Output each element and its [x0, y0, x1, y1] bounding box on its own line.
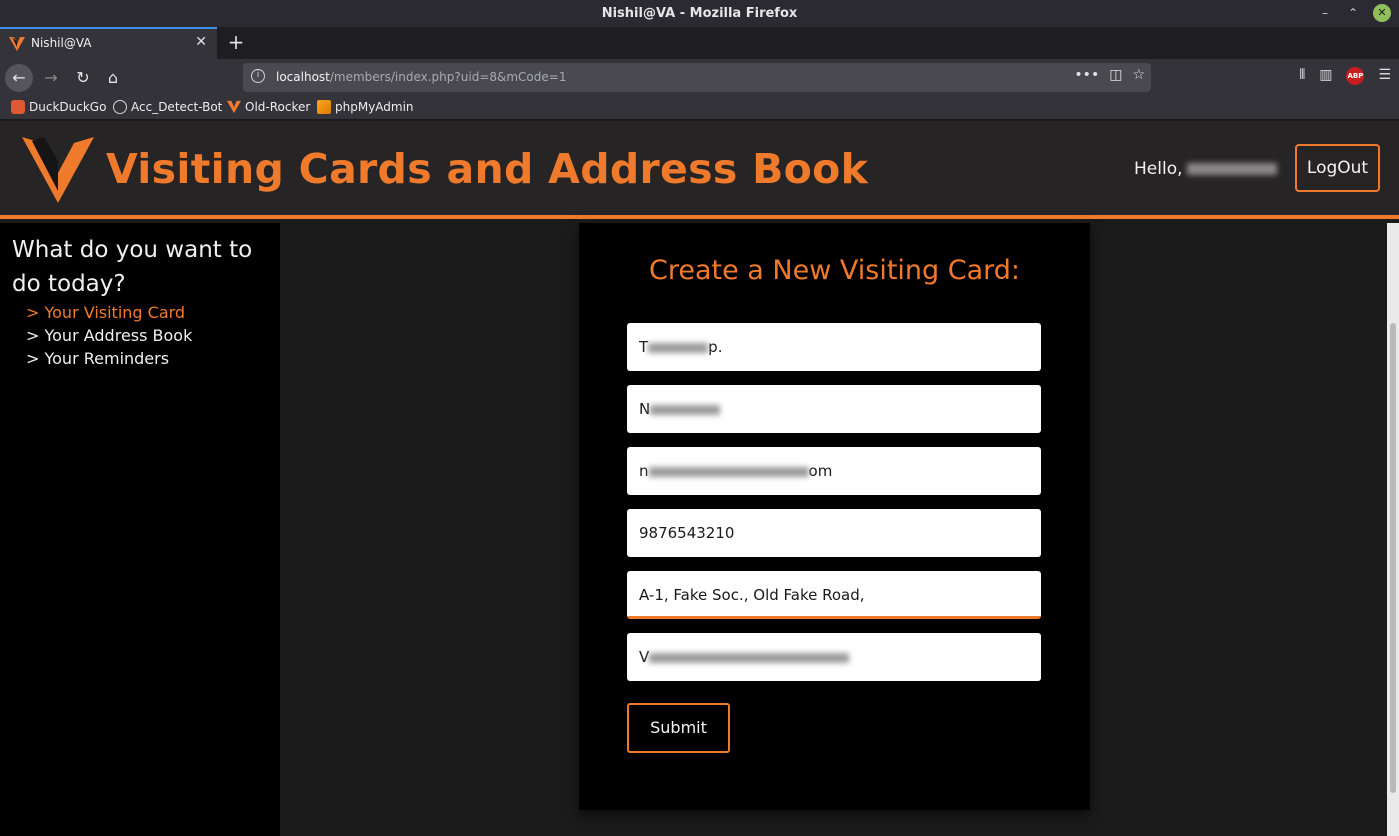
bookmark-duckduckgo[interactable]: DuckDuckGo — [11, 100, 106, 114]
sidebar-link-address-book[interactable]: > Your Address Book — [26, 326, 192, 345]
address-line1-input[interactable]: A-1, Fake Soc., Old Fake Road, — [627, 571, 1041, 619]
redacted-username — [1186, 163, 1277, 175]
adblock-icon[interactable]: ABP — [1346, 67, 1365, 85]
va-logo-icon — [227, 100, 241, 114]
phpmyadmin-icon — [317, 100, 331, 114]
tab-label: Nishil@VA — [31, 36, 92, 50]
email-input[interactable]: n om — [627, 447, 1041, 495]
page-scrollbar[interactable] — [1387, 223, 1399, 836]
sidebar-link-visiting-card[interactable]: > Your Visiting Card — [26, 303, 185, 322]
redacted-text — [648, 466, 809, 477]
window-titlebar: Nishil@VA - Mozilla Firefox – ⌃ ✕ — [0, 0, 1399, 27]
sidebar-toggle-icon[interactable]: ▥ — [1319, 67, 1332, 85]
scrollbar-thumb[interactable] — [1390, 323, 1396, 793]
bookmark-phpmyadmin[interactable]: phpMyAdmin — [317, 100, 414, 114]
form-title: Create a New Visiting Card: — [648, 255, 1021, 286]
pocket-icon[interactable]: ◫ — [1109, 67, 1122, 87]
sidebar-question: What do you want to do today? — [12, 237, 253, 297]
bookmark-acc-detect-bot[interactable]: Acc_Detect-Bot — [113, 100, 222, 114]
duckduckgo-icon — [11, 100, 25, 114]
close-window-icon[interactable]: ✕ — [1373, 4, 1391, 22]
web-page: Visiting Cards and Address Book Hello, L… — [0, 121, 1399, 836]
site-title: Visiting Cards and Address Book — [106, 145, 869, 193]
site-logo — [22, 137, 94, 203]
site-header: Visiting Cards and Address Book Hello, L… — [0, 121, 1399, 219]
menu-icon[interactable]: ☰ — [1378, 67, 1391, 85]
home-icon[interactable]: ⌂ — [99, 64, 127, 92]
redacted-text — [650, 404, 721, 415]
redacted-text — [648, 342, 709, 353]
greeting: Hello, — [1134, 159, 1277, 179]
url-text[interactable]: localhost/members/index.php?uid=8&mCode=… — [276, 70, 566, 84]
globe-icon — [113, 100, 127, 114]
page-actions-icon[interactable]: ••• — [1074, 67, 1099, 87]
va-logo-icon — [9, 37, 25, 51]
window-title: Nishil@VA - Mozilla Firefox — [601, 6, 798, 21]
bookmark-old-rocker[interactable]: Old-Rocker — [227, 100, 310, 114]
tab-active[interactable]: Nishil@VA ✕ — [0, 27, 217, 59]
logout-button[interactable]: LogOut — [1295, 144, 1380, 192]
tab-close-icon[interactable]: ✕ — [195, 34, 207, 50]
url-bar[interactable]: i localhost/members/index.php?uid=8&mCod… — [243, 63, 1151, 92]
redacted-text — [649, 652, 850, 663]
tab-bar: Nishil@VA ✕ + — [0, 27, 1399, 59]
sidebar: What do you want to do today? > Your Vis… — [0, 223, 280, 836]
company-input[interactable]: Tp. — [627, 323, 1041, 371]
address-line2-input[interactable]: V — [627, 633, 1041, 681]
back-icon[interactable]: ← — [5, 64, 33, 92]
bookmark-star-icon[interactable]: ☆ — [1132, 67, 1145, 87]
library-icon[interactable]: ⫴ — [1299, 67, 1305, 85]
submit-button[interactable]: Submit — [627, 703, 730, 753]
phone-input[interactable]: 9876543210 — [627, 509, 1041, 557]
restore-icon[interactable]: ⌃ — [1344, 4, 1362, 22]
minimize-icon[interactable]: – — [1316, 4, 1334, 22]
bookmarks-bar: DuckDuckGo Acc_Detect-Bot Old-Rocker php… — [0, 97, 1399, 120]
site-info-icon[interactable]: i — [251, 69, 265, 83]
sidebar-link-reminders[interactable]: > Your Reminders — [26, 349, 169, 368]
nav-bar: ← → ↻ ⌂ i localhost/members/index.php?ui… — [0, 59, 1399, 97]
name-input[interactable]: N — [627, 385, 1041, 433]
new-tab-icon[interactable]: + — [226, 30, 246, 54]
reload-icon[interactable]: ↻ — [69, 64, 97, 92]
visiting-card-form: Create a New Visiting Card: Tp. N n om 98… — [579, 223, 1090, 810]
forward-icon[interactable]: → — [37, 64, 65, 92]
